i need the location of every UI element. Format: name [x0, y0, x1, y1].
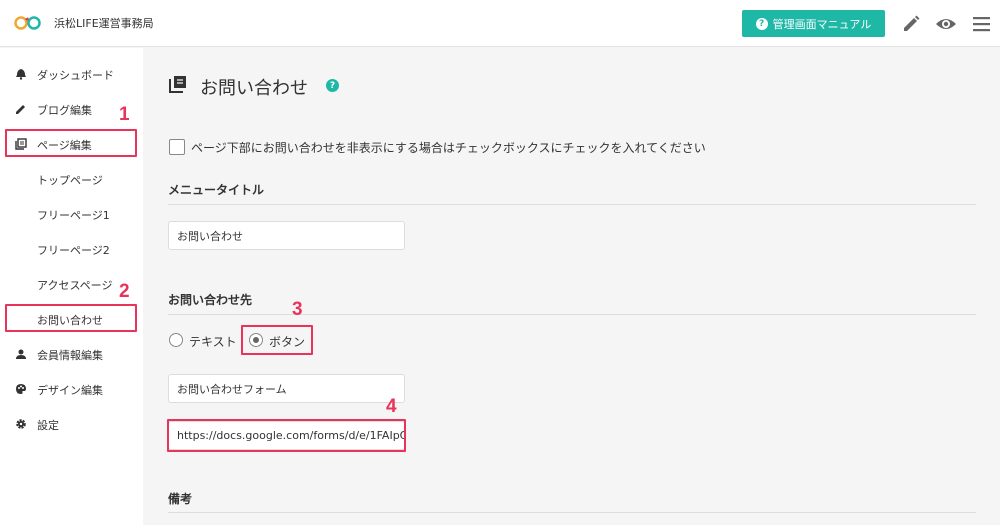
sidebar-item-label: デザイン編集: [37, 384, 103, 397]
sidebar-item-label: 設定: [37, 419, 59, 432]
notes-heading: 備考: [168, 492, 193, 506]
top-header: 浜松LIFE運営事務局 ? 管理画面マニュアル: [0, 0, 1000, 47]
sub-item-free-page-1[interactable]: フリーページ1: [37, 207, 110, 223]
sub-item-free-page-2[interactable]: フリーページ2: [37, 242, 110, 258]
annotation-number-3: 3: [292, 299, 303, 320]
help-icon: ?: [755, 17, 768, 30]
pages-icon: [169, 76, 186, 93]
sub-item-top-page[interactable]: トップページ: [37, 172, 103, 188]
site-title[interactable]: 浜松LIFE運営事務局: [54, 15, 154, 31]
annotation-number-1: 1: [119, 104, 130, 125]
highlight-box-pages: [5, 129, 137, 157]
palette-icon: [16, 384, 26, 394]
sidebar-item-label: 会員情報編集: [37, 349, 103, 362]
pencil-icon: [16, 105, 25, 114]
annotation-number-2: 2: [119, 281, 130, 302]
manual-button-label: 管理画面マニュアル: [772, 17, 872, 31]
help-icon[interactable]: ?: [326, 79, 339, 92]
gear-icon: [16, 419, 26, 429]
main-content: お問い合わせ ? ページ下部にお問い合わせを非表示にする場合はチェックボックスに…: [143, 48, 1000, 525]
page-title: お問い合わせ: [200, 78, 308, 99]
menu-title-heading: メニュータイトル: [168, 183, 265, 197]
contact-heading: お問い合わせ先: [168, 293, 253, 307]
menu-title-input[interactable]: お問い合わせ: [168, 221, 405, 250]
sidebar-item-design[interactable]: デザイン編集: [0, 377, 143, 401]
sidebar-item-label: ブログ編集: [37, 104, 92, 117]
divider: [168, 314, 976, 315]
manual-button[interactable]: ? 管理画面マニュアル: [742, 10, 885, 37]
annotation-number-4: 4: [386, 396, 397, 417]
sidebar-item-label: ダッシュボード: [37, 69, 114, 82]
highlight-box-url: [167, 419, 406, 452]
hide-contact-checkbox[interactable]: [169, 139, 185, 155]
sidebar-item-dashboard[interactable]: ダッシュボード: [0, 62, 143, 86]
user-icon: [16, 349, 26, 359]
button-label-input[interactable]: お問い合わせフォーム: [168, 374, 405, 403]
sub-item-access-page[interactable]: アクセスページ: [37, 277, 112, 293]
radio-text[interactable]: [169, 333, 183, 347]
sidebar-item-member[interactable]: 会員情報編集: [0, 342, 143, 366]
divider: [168, 512, 976, 513]
radio-text-label: テキスト: [189, 335, 237, 349]
highlight-box-contact: [5, 304, 137, 332]
logo-icon[interactable]: [14, 15, 42, 31]
sidebar-item-settings[interactable]: 設定: [0, 412, 143, 436]
hide-contact-label: ページ下部にお問い合わせを非表示にする場合はチェックボックスにチェックを入れてく…: [191, 141, 706, 155]
highlight-box-radio-button: [241, 325, 313, 355]
bell-icon: [16, 69, 26, 80]
hamburger-icon[interactable]: [971, 13, 993, 35]
pencil-icon[interactable]: [900, 13, 922, 35]
divider: [168, 204, 976, 205]
eye-icon[interactable]: [935, 13, 957, 35]
